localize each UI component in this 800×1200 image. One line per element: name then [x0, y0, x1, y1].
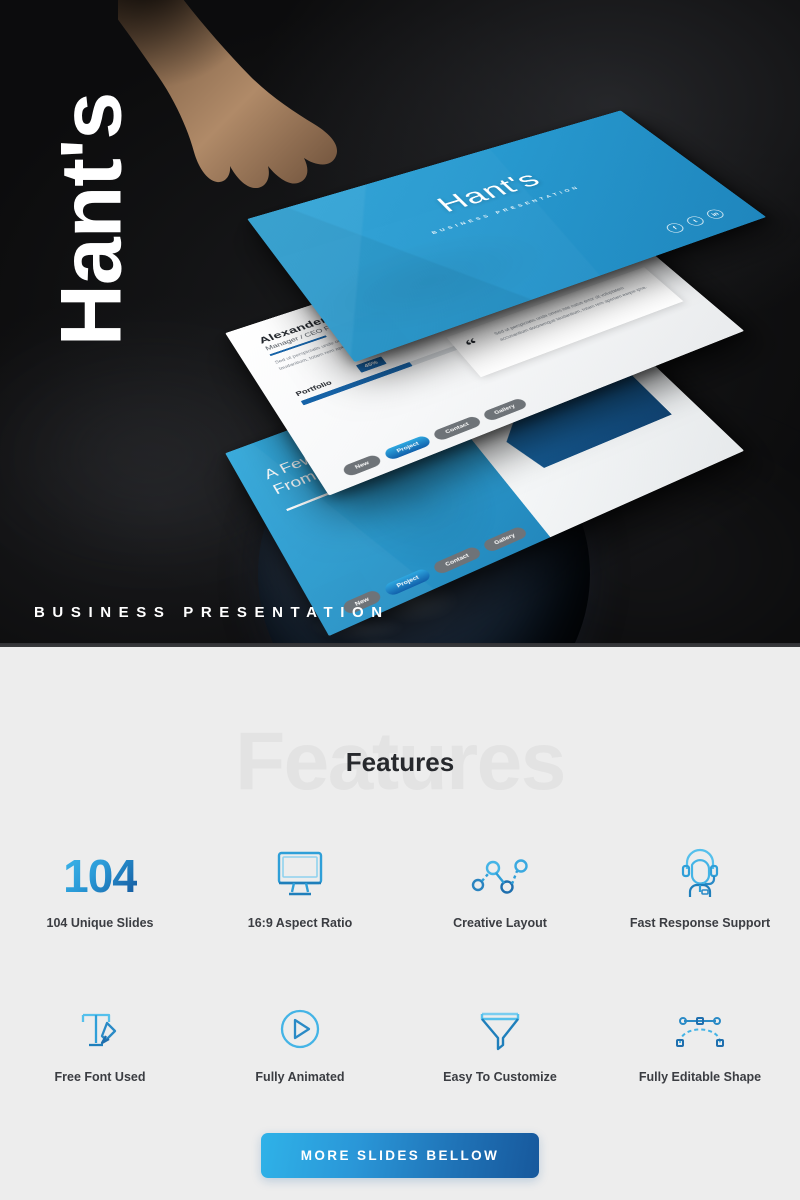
mockup-profile-pill-gallery[interactable]: Gallery — [481, 397, 529, 423]
features-grid: 104 104 Unique Slides 16:9 Aspect Ratio … — [0, 833, 800, 1085]
mockup-quote-rule — [286, 492, 329, 512]
features-row-2: Free Font Used Fully Animated Easy To Cu… — [0, 987, 800, 1085]
feature-label-aspect-ratio: 16:9 Aspect Ratio — [247, 916, 353, 930]
hero-subtitle: BUSINESS PRESENTATION — [34, 604, 390, 621]
feature-item-fast-support: Fast Response Support — [600, 833, 800, 931]
play-circle-icon — [276, 987, 324, 1053]
monitor-icon — [274, 833, 326, 899]
features-row-1: 104 104 Unique Slides 16:9 Aspect Ratio … — [0, 833, 800, 931]
feature-item-easy-customize: Easy To Customize — [400, 987, 600, 1085]
feature-label-editable-shape: Fully Editable Shape — [638, 1070, 762, 1084]
feature-item-free-font: Free Font Used — [0, 987, 200, 1085]
features-header: Features Features — [0, 647, 800, 803]
mockup-profile-pill-project[interactable]: Project — [383, 434, 433, 461]
page-root: A Few W From O 605020 New Project Contac… — [0, 0, 800, 1200]
node-graph-icon — [471, 833, 529, 899]
funnel-icon — [475, 987, 525, 1053]
feature-item-unique-slides: 104 104 Unique Slides — [0, 833, 200, 931]
more-slides-button[interactable]: MORE SLIDES BELLOW — [260, 1133, 540, 1178]
features-section: Features Features 104 104 Unique Slides — [0, 647, 800, 1200]
hero-title: Hant's — [43, 92, 140, 347]
feature-label-easy-customize: Easy To Customize — [443, 1070, 557, 1084]
feature-label-fast-support: Fast Response Support — [629, 916, 771, 930]
hero-section: A Few W From O 605020 New Project Contac… — [0, 0, 800, 647]
feature-label-free-font: Free Font Used — [54, 1070, 146, 1084]
support-agent-icon — [676, 833, 724, 899]
features-title: Features — [345, 747, 455, 777]
cta-container: MORE SLIDES BELLOW — [0, 1133, 800, 1178]
feature-label-unique-slides: 104 Unique Slides — [46, 916, 154, 930]
feature-item-creative-layout: Creative Layout — [400, 833, 600, 931]
feature-item-aspect-ratio: 16:9 Aspect Ratio — [200, 833, 400, 931]
feature-label-creative-layout: Creative Layout — [453, 916, 547, 930]
mockup-quote-mark: “ — [461, 335, 485, 354]
mockup-profile-pill-new[interactable]: New — [341, 453, 384, 478]
number-104-icon: 104 — [63, 833, 138, 902]
text-tool-icon — [75, 987, 125, 1053]
bezier-shape-icon — [672, 987, 728, 1053]
feature-item-editable-shape: Fully Editable Shape — [600, 987, 800, 1085]
feature-item-fully-animated: Fully Animated — [200, 987, 400, 1085]
number-104-text: 104 — [63, 850, 138, 902]
feature-label-fully-animated: Fully Animated — [255, 1070, 345, 1084]
mockup-profile-pill-contact[interactable]: Contact — [431, 415, 483, 442]
